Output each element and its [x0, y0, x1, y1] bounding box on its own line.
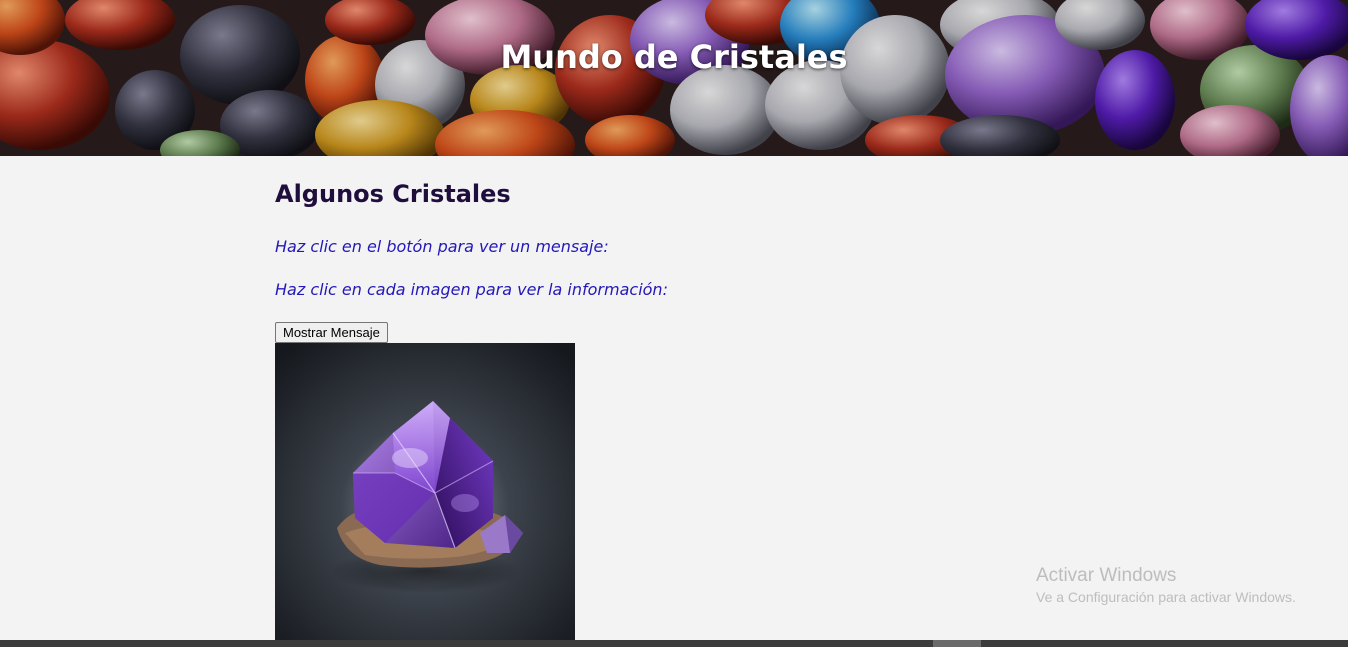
section-title: Algunos Cristales — [275, 180, 511, 208]
watermark-title: Activar Windows — [1036, 565, 1177, 586]
page-title: Mundo de Cristales — [500, 38, 848, 76]
scrollbar-thumb[interactable] — [933, 640, 981, 647]
horizontal-scrollbar[interactable] — [0, 640, 1348, 647]
button-instructions-text: Haz clic en el botón para ver un mensaje… — [275, 237, 609, 256]
watermark-subtitle: Ve a Configuración para activar Windows. — [1036, 589, 1296, 605]
image-instructions-text: Haz clic en cada imagen para ver la info… — [275, 280, 668, 299]
gemstones-background-image — [0, 0, 1348, 156]
show-message-button[interactable]: Mostrar Mensaje — [275, 322, 388, 343]
header-banner: Mundo de Cristales — [0, 0, 1348, 156]
windows-activation-watermark: Activar Windows Ve a Configuración para … — [1036, 565, 1296, 607]
amethyst-crystal-image[interactable] — [275, 343, 575, 641]
